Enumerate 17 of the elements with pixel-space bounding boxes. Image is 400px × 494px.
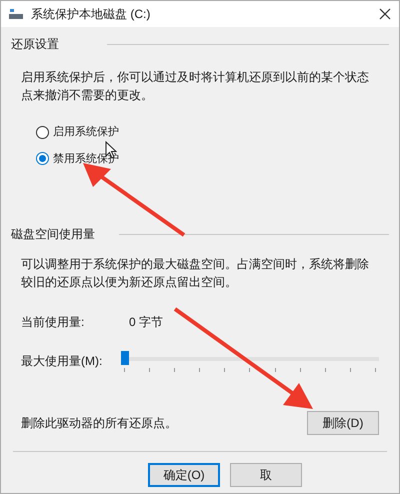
group-heading: 还原设置	[11, 36, 59, 53]
description-text: 启用系统保护后，你可以通过及时将计算机还原到以前的某个状态点来撤消不需要的更改。	[21, 69, 370, 104]
delete-description: 删除此驱动器的所有还原点。	[21, 415, 177, 432]
window-title: 系统保护本地磁盘 (C:)	[31, 6, 150, 23]
description-text: 可以调整用于系统保护的最大磁盘空间。占满空间时，系统将删除较旧的还原点以便为新还原点留出空间。	[21, 256, 370, 291]
current-usage-label: 当前使用量:	[21, 314, 86, 331]
slider-track[interactable]	[121, 349, 379, 373]
max-usage-label: 最大使用量(M):	[21, 353, 104, 370]
group-heading: 磁盘空间使用量	[11, 226, 95, 243]
drive-icon	[9, 8, 23, 20]
slider-thumb[interactable]	[121, 351, 129, 365]
close-icon[interactable]	[379, 8, 391, 20]
current-usage-value: 0 字节	[129, 314, 164, 331]
radio-option[interactable]: 启用系统保护	[36, 124, 119, 140]
dialog-button[interactable]: 确定(O)	[148, 463, 220, 487]
delete-button[interactable]: 删除(D)	[307, 411, 379, 435]
dialog-button[interactable]: 取	[230, 463, 302, 487]
